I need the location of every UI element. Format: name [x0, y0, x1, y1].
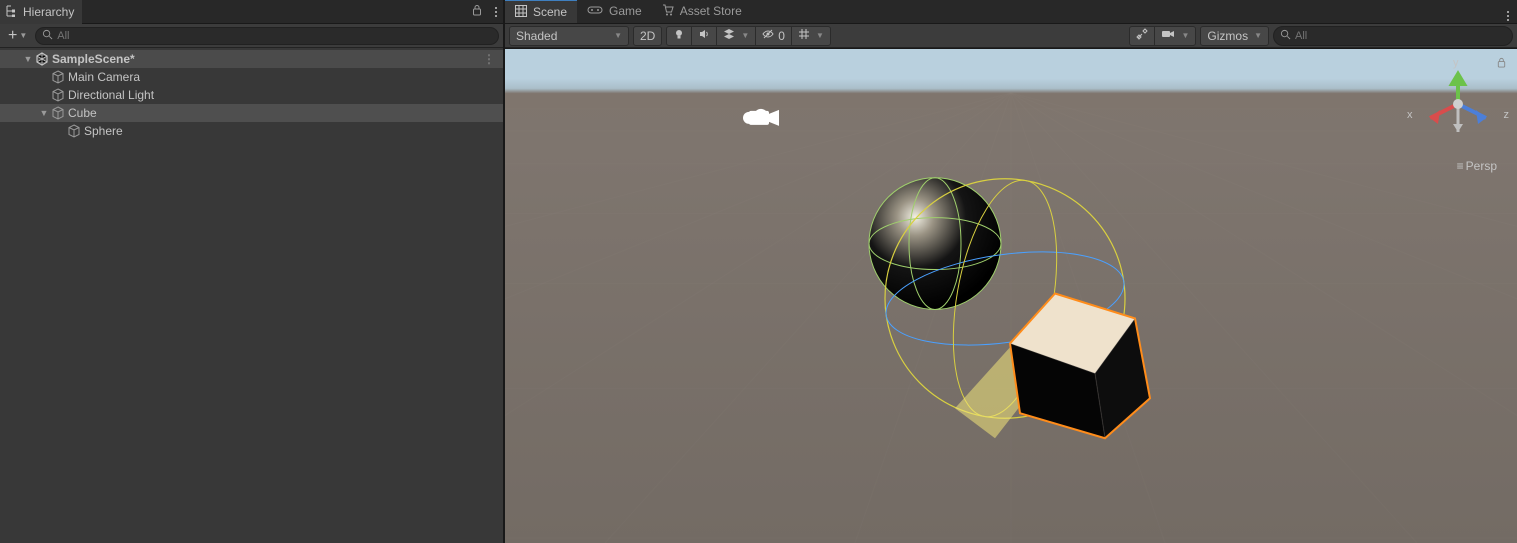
hierarchy-item[interactable]: Main Camera — [0, 68, 503, 86]
floor-grid — [505, 49, 1517, 543]
hierarchy-menu-icon[interactable] — [489, 5, 503, 19]
fx-layers-icon — [723, 28, 735, 43]
scene-visibility-toggle[interactable]: 0 — [755, 26, 791, 46]
chevron-down-icon: ▼ — [816, 31, 824, 40]
hierarchy-panel: Hierarchy + ▼ ▼ SampleScene* ⋮ Main Camera D… — [0, 0, 505, 543]
hidden-count: 0 — [778, 29, 785, 43]
tab-asset-store[interactable]: Asset Store — [652, 0, 752, 23]
search-icon — [42, 29, 53, 43]
hierarchy-item-label: Cube — [66, 106, 97, 120]
camera-gizmo-icon — [743, 109, 779, 126]
tab-label: Asset Store — [680, 4, 742, 18]
hierarchy-search[interactable] — [35, 27, 499, 45]
cube-outline-icon — [50, 69, 66, 85]
chevron-down-icon: ▼ — [1181, 31, 1189, 40]
cart-icon — [662, 4, 674, 19]
scene-fx-dropdown[interactable]: ▼ — [716, 26, 755, 46]
scene-toolbar: Shaded ▼ 2D ▼ 0 ▼ ▼ — [505, 24, 1517, 48]
lightbulb-icon — [673, 28, 685, 43]
mode-2d-toggle[interactable]: 2D — [633, 26, 662, 46]
audio-icon — [698, 28, 710, 43]
tab-game[interactable]: Game — [577, 0, 652, 23]
hierarchy-tree-icon — [6, 5, 18, 20]
hierarchy-item[interactable]: Directional Light — [0, 86, 503, 104]
projection-label[interactable]: ≡ Persp — [1457, 159, 1497, 173]
grid-snap-icon — [798, 28, 810, 43]
mode-2d-label: 2D — [640, 29, 655, 43]
hierarchy-item-label: SampleScene* — [50, 52, 135, 66]
hierarchy-toolbar: + ▼ — [0, 24, 503, 48]
hierarchy-tab-label: Hierarchy — [23, 5, 74, 19]
shading-label: Shaded — [516, 29, 557, 43]
expand-toggle[interactable]: ▼ — [38, 108, 50, 118]
shading-dropdown[interactable]: Shaded ▼ — [509, 26, 629, 46]
projection-icon: ≡ — [1457, 159, 1462, 173]
axis-z-label: z — [1504, 109, 1510, 121]
scene-grid-icon — [515, 5, 527, 20]
tab-scene[interactable]: Scene — [505, 0, 577, 23]
tab-label: Game — [609, 4, 642, 18]
tab-label: Scene — [533, 5, 567, 19]
gizmos-dropdown[interactable]: Gizmos ▼ — [1200, 26, 1269, 46]
gizmos-label: Gizmos — [1207, 29, 1248, 43]
eye-slash-icon — [762, 28, 774, 43]
scene-tools-button[interactable] — [1130, 26, 1154, 46]
chevron-down-icon: ▼ — [614, 31, 622, 40]
axis-gizmo[interactable]: y x z — [1413, 59, 1503, 149]
gamepad-icon — [587, 4, 603, 19]
cube-outline-icon — [50, 105, 66, 121]
axis-y-label: y — [1453, 57, 1459, 69]
hierarchy-tabstrip: Hierarchy — [0, 0, 503, 24]
scene-tabstrip: Scene Game Asset Store — [505, 0, 1517, 24]
chevron-down-icon: ▼ — [19, 31, 27, 40]
tools-icon — [1136, 28, 1148, 43]
hierarchy-search-input[interactable] — [57, 30, 492, 42]
cube-outline-icon — [50, 87, 66, 103]
hierarchy-tab[interactable]: Hierarchy — [0, 0, 82, 24]
scene-row-menu-icon[interactable]: ⋮ — [483, 52, 495, 66]
scene-camera-dropdown[interactable]: ▼ — [1154, 26, 1195, 46]
hierarchy-item[interactable]: Sphere — [0, 122, 503, 140]
hierarchy-item[interactable]: ▼ Cube — [0, 104, 503, 122]
chevron-down-icon: ▼ — [1254, 31, 1262, 40]
hierarchy-item-label: Sphere — [82, 124, 123, 138]
unity-icon — [34, 51, 50, 67]
plus-icon: + — [8, 30, 17, 42]
sphere-object — [869, 178, 1001, 310]
expand-toggle[interactable]: ▼ — [22, 54, 34, 64]
axis-x-label: x — [1407, 109, 1413, 121]
chevron-down-icon: ▼ — [741, 31, 749, 40]
scene-audio-toggle[interactable] — [691, 26, 716, 46]
cube-object — [1010, 294, 1150, 439]
scene-search[interactable] — [1273, 26, 1513, 46]
hierarchy-add-button[interactable]: + ▼ — [4, 28, 31, 44]
camera-icon — [1161, 28, 1175, 43]
scene-panel: Scene Game Asset Store Shaded ▼ 2D ▼ 0 — [505, 0, 1517, 543]
hierarchy-lock-icon[interactable] — [465, 4, 489, 19]
scene-light-toggle[interactable] — [667, 26, 691, 46]
axis-lock-icon[interactable] — [1496, 57, 1507, 71]
scene-menu-icon[interactable] — [1499, 9, 1517, 23]
search-icon — [1280, 29, 1291, 43]
cube-outline-icon — [66, 123, 82, 139]
scene-search-input[interactable] — [1295, 30, 1506, 42]
projection-text: Persp — [1466, 159, 1497, 173]
scene-grid-dropdown[interactable]: ▼ — [791, 26, 830, 46]
hierarchy-item-label: Directional Light — [66, 88, 154, 102]
hierarchy-tree[interactable]: ▼ SampleScene* ⋮ Main Camera Directional Lig… — [0, 48, 503, 543]
scene-viewport[interactable]: y x z ≡ Persp — [505, 48, 1517, 543]
hierarchy-item-label: Main Camera — [66, 70, 140, 84]
scene-root-row[interactable]: ▼ SampleScene* ⋮ — [0, 50, 503, 68]
